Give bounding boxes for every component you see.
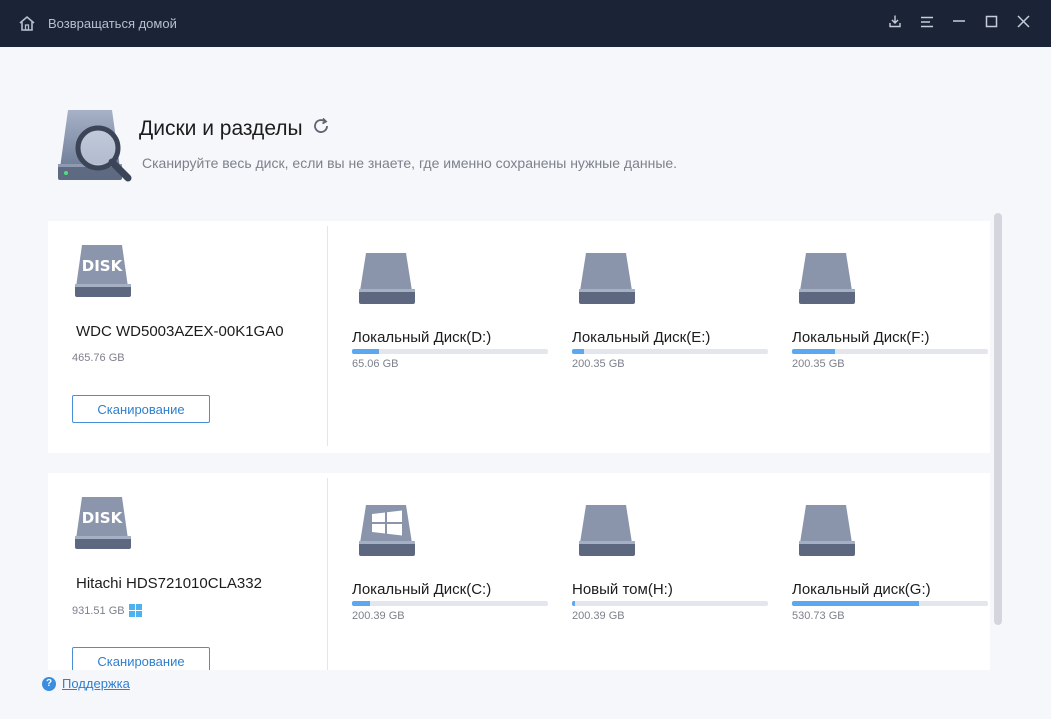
divider [327, 226, 328, 446]
disk-icon: DISK [74, 243, 132, 306]
windows-icon [128, 604, 142, 617]
partition-size: 530.73 GB [792, 610, 845, 622]
maximize-button[interactable] [975, 8, 1007, 40]
disk-card: DISK WDC WD5003AZEX-00K1GA0 465.76 GB Ск… [48, 221, 990, 453]
disk-badge-text: DISK [82, 509, 124, 527]
disk-info: DISK Hitachi HDS721010CLA332 931.51 GB С… [48, 473, 328, 670]
refresh-button[interactable] [311, 116, 331, 141]
support-link[interactable]: ? Поддержка [42, 676, 130, 691]
partition-item[interactable]: Новый том(H:) 200.39 GB [572, 473, 768, 670]
partition-size: 200.35 GB [572, 358, 625, 370]
usage-bar [792, 601, 988, 606]
usage-bar [572, 349, 768, 354]
partition-size: 200.39 GB [572, 610, 625, 622]
scrollbar[interactable] [994, 213, 1002, 625]
refresh-icon [311, 116, 331, 141]
usage-bar [792, 349, 988, 354]
disk-size: 465.76 GB [72, 352, 125, 364]
partition-item[interactable]: Локальный Диск(F:) 200.35 GB [792, 221, 988, 453]
usage-bar [352, 601, 548, 606]
download-icon [888, 14, 902, 33]
maximize-icon [985, 15, 998, 33]
home-icon [18, 15, 36, 32]
divider [327, 478, 328, 670]
drive-icon [358, 251, 416, 312]
page-title: Диски и разделы [139, 116, 303, 140]
download-button[interactable] [879, 8, 911, 40]
disk-size-value: 465.76 GB [72, 352, 125, 364]
disk-size: 931.51 GB [72, 604, 142, 617]
usage-bar-fill [572, 349, 584, 354]
title-bar: Возвращаться домой [0, 0, 1051, 47]
scan-disk-button[interactable]: Сканирование [72, 647, 210, 670]
usage-bar-fill [792, 349, 836, 354]
usage-bar-fill [792, 601, 920, 606]
partition-label: Локальный диск(G:) [792, 581, 931, 598]
header-title-row: Диски и разделы [139, 116, 331, 141]
disk-name: WDC WD5003AZEX-00K1GA0 [76, 323, 284, 340]
drive-icon [578, 503, 636, 564]
partition-item[interactable]: Локальный Диск(E:) 200.35 GB [572, 221, 768, 453]
usage-bar-fill [352, 601, 370, 606]
usage-bar [352, 349, 548, 354]
disk-name: Hitachi HDS721010CLA332 [76, 575, 262, 592]
partition-label: Локальный Диск(D:) [352, 329, 492, 346]
drive-icon [578, 251, 636, 312]
partition-item[interactable]: Локальный Диск(D:) 65.06 GB [352, 221, 548, 453]
usage-bar-fill [352, 349, 380, 354]
help-icon: ? [42, 676, 56, 691]
page-header: Диски и разделы Сканируйте весь диск, ес… [54, 106, 754, 190]
drive-icon [798, 503, 856, 564]
home-label: Возвращаться домой [48, 16, 177, 31]
windows-drive-icon [358, 503, 416, 564]
disk-search-icon [54, 106, 136, 193]
disk-badge-text: DISK [82, 257, 124, 275]
partition-label: Локальный Диск(C:) [352, 581, 492, 598]
close-icon [1016, 14, 1030, 33]
partition-label: Локальный Диск(E:) [572, 329, 711, 346]
disk-info: DISK WDC WD5003AZEX-00K1GA0 465.76 GB Ск… [48, 221, 328, 453]
partition-label: Локальный Диск(F:) [792, 329, 930, 346]
usage-bar [572, 601, 768, 606]
drive-icon [798, 251, 856, 312]
partition-size: 65.06 GB [352, 358, 399, 370]
disk-card: DISK Hitachi HDS721010CLA332 931.51 GB С… [48, 473, 990, 670]
partition-item[interactable]: Локальный Диск(C:) 200.39 GB [352, 473, 548, 670]
usage-bar-fill [572, 601, 575, 606]
partition-item[interactable]: Локальный диск(G:) 530.73 GB [792, 473, 988, 670]
support-label: Поддержка [62, 676, 130, 691]
menu-button[interactable] [911, 8, 943, 40]
page-subtitle: Сканируйте весь диск, если вы не знаете,… [142, 155, 678, 171]
menu-icon [920, 15, 934, 33]
disk-icon: DISK [74, 495, 132, 558]
disk-list: DISK WDC WD5003AZEX-00K1GA0 465.76 GB Ск… [48, 221, 990, 670]
scan-disk-button[interactable]: Сканирование [72, 395, 210, 423]
minimize-icon [952, 14, 966, 33]
partition-size: 200.35 GB [792, 358, 845, 370]
disk-size-value: 931.51 GB [72, 604, 125, 617]
close-button[interactable] [1007, 8, 1039, 40]
home-button[interactable]: Возвращаться домой [18, 15, 177, 32]
partition-size: 200.39 GB [352, 610, 405, 622]
window-controls [879, 0, 1039, 47]
minimize-button[interactable] [943, 8, 975, 40]
partition-label: Новый том(H:) [572, 581, 673, 598]
